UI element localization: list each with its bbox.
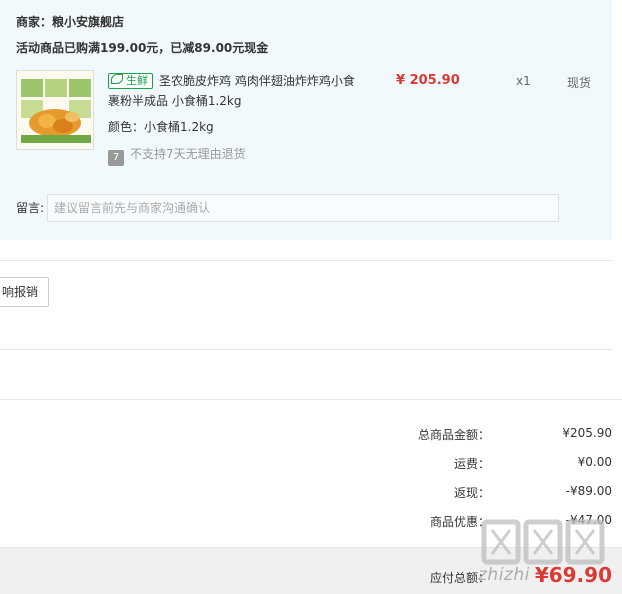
merchant-name[interactable]: 商家：粮小安旗舰店 (16, 13, 124, 30)
payable-value: ¥69.90 (534, 563, 612, 587)
shop-order-section: 商家：粮小安旗舰店 活动商品已购满199.00元，已减89.00元现金 生鲜 圣农… (0, 0, 612, 240)
remark-label: 留言: (16, 201, 45, 215)
product-price: ¥ 205.90 (396, 73, 460, 88)
watermark-text: zhizhi (478, 565, 530, 585)
leaf-icon (111, 74, 123, 84)
promotion-info: 活动商品已购满199.00元，已减89.00元现金 (16, 41, 269, 55)
discount-label: 商品优惠： (429, 515, 490, 529)
seven-day-icon: 7 (108, 150, 124, 166)
discount-value: -¥47.00 (565, 513, 612, 527)
no-return-text: 不支持7天无理由退货 (130, 147, 246, 161)
total-goods-label: 总商品金额： (417, 428, 490, 442)
product-quantity: x1 (516, 74, 531, 88)
product-image (17, 71, 93, 149)
cashback-label: 返现： (453, 486, 490, 500)
remark-input[interactable] (47, 194, 559, 222)
fresh-tag-label: 生鲜 (126, 74, 148, 87)
product-title-link[interactable]: 生鲜 圣农脆皮炸鸡 鸡肉伴翅油炸炸鸡小食裹粉半成品 小食桶1.2kg (108, 71, 358, 111)
shipping-label: 运费： (453, 457, 490, 471)
product-color: 颜色：小食桶1.2kg (108, 120, 214, 134)
total-goods-value: ¥205.90 (562, 426, 612, 440)
shipping-value: ¥0.00 (577, 455, 612, 469)
stock-status: 现货 (567, 76, 592, 90)
fresh-tag: 生鲜 (108, 73, 153, 89)
no-return-policy: 7 不支持7天无理由退货 (108, 145, 246, 166)
product-thumbnail[interactable] (16, 70, 94, 150)
divider (0, 399, 622, 400)
divider (0, 349, 612, 350)
report-button[interactable]: 响报销 (0, 277, 49, 307)
cashback-value: -¥89.00 (565, 484, 612, 498)
divider (0, 260, 612, 261)
